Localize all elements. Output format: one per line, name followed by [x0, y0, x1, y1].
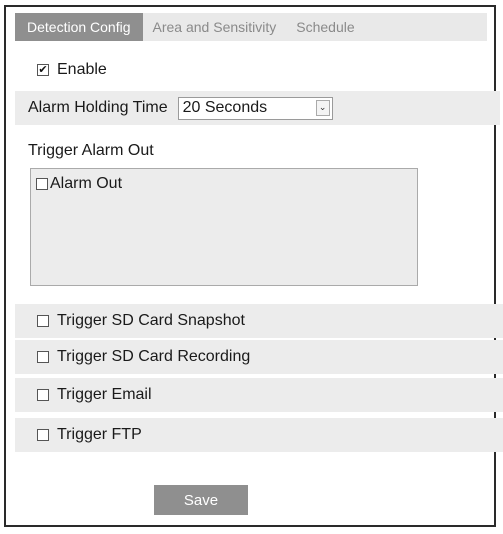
- trigger-ftp-checkbox[interactable]: [37, 429, 49, 441]
- alarm-out-item[interactable]: Alarm Out: [36, 175, 122, 193]
- trigger-email-checkbox[interactable]: [37, 389, 49, 401]
- trigger-alarm-out-label: Trigger Alarm Out: [28, 142, 154, 159]
- tab-area-and-sensitivity[interactable]: Area and Sensitivity: [143, 13, 287, 41]
- alarm-out-checkbox[interactable]: [36, 178, 48, 190]
- alarm-holding-label: Alarm Holding Time: [28, 99, 168, 116]
- trigger-email-label: Trigger Email: [57, 386, 152, 403]
- alarm-holding-select[interactable]: 20 Seconds ⌄: [177, 96, 333, 120]
- trigger-alarm-out-heading: Trigger Alarm Out: [15, 138, 500, 164]
- trigger-sd-snapshot-label: Trigger SD Card Snapshot: [57, 312, 245, 329]
- trigger-sd-recording-label: Trigger SD Card Recording: [57, 348, 251, 365]
- trigger-sd-recording-row: Trigger SD Card Recording: [15, 340, 503, 374]
- trigger-ftp-label: Trigger FTP: [57, 426, 142, 443]
- trigger-email-row: Trigger Email: [15, 378, 503, 412]
- enable-label: Enable: [57, 61, 107, 78]
- tab-detection-config[interactable]: Detection Config: [15, 13, 143, 41]
- alarm-out-list: Alarm Out: [30, 168, 418, 286]
- chevron-down-icon[interactable]: ⌄: [315, 99, 330, 116]
- save-button[interactable]: Save: [154, 485, 248, 515]
- trigger-sd-snapshot-row: Trigger SD Card Snapshot: [15, 304, 503, 338]
- alarm-holding-row: Alarm Holding Time 20 Seconds ⌄: [15, 91, 500, 125]
- trigger-ftp-row: Trigger FTP: [15, 418, 503, 452]
- trigger-sd-snapshot-checkbox[interactable]: [37, 315, 49, 327]
- enable-checkbox[interactable]: ✔: [37, 64, 49, 76]
- alarm-holding-value: 20 Seconds: [182, 99, 268, 116]
- tab-bar: Detection Config Area and Sensitivity Sc…: [15, 13, 487, 41]
- enable-row: ✔ Enable: [15, 56, 503, 84]
- trigger-sd-recording-checkbox[interactable]: [37, 351, 49, 363]
- alarm-out-label: Alarm Out: [50, 175, 123, 192]
- tab-schedule[interactable]: Schedule: [286, 13, 364, 41]
